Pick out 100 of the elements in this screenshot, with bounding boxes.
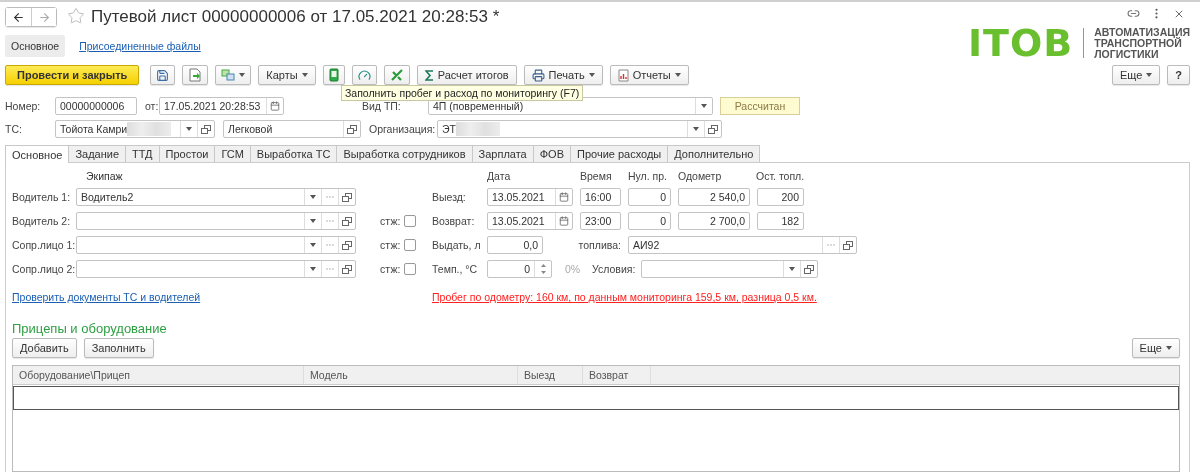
zero-run-field[interactable]: 0: [628, 212, 671, 230]
vehicle-field[interactable]: Тойота Камри: [55, 120, 215, 138]
field-label: Темп., °C: [432, 263, 479, 275]
temperature-field[interactable]: 0: [487, 260, 552, 278]
caret-icon: [701, 104, 707, 108]
field-label: Номер:: [5, 100, 42, 112]
table-action-button[interactable]: Добавить: [12, 338, 77, 358]
spinner-icon: [540, 263, 546, 275]
person-field[interactable]: Водитель2: [76, 188, 356, 206]
forward-icon: [37, 10, 51, 24]
calendar-icon: [559, 216, 569, 226]
toolbar-button[interactable]: [150, 65, 176, 85]
form-tab[interactable]: Основное: [5, 145, 70, 163]
help-button[interactable]: ?: [1167, 65, 1190, 85]
caret-icon: [186, 127, 192, 131]
open-window-icon: [347, 124, 357, 134]
report-icon: [617, 68, 629, 82]
time-field[interactable]: 16:00: [580, 188, 621, 206]
calendar-icon: [270, 101, 280, 111]
section-tab[interactable]: Присоединенные файлы: [73, 35, 207, 57]
field-label: стж:: [380, 263, 402, 275]
person-field[interactable]: [76, 236, 356, 254]
caret-icon: [1166, 346, 1172, 350]
conditions-field[interactable]: [641, 260, 818, 278]
field-label: Водитель 2:: [12, 215, 72, 227]
link-icon[interactable]: [1127, 7, 1140, 20]
more-button[interactable]: Еще: [1131, 338, 1180, 358]
form-tab[interactable]: ГСМ: [214, 145, 251, 162]
column-header[interactable]: Возврат: [583, 366, 651, 384]
column-header: Дата: [487, 170, 512, 182]
number-field[interactable]: 00000000006: [55, 97, 137, 115]
date-field[interactable]: 17.05.2021 20:28:53: [159, 97, 284, 115]
logo-tagline: ЛОГИСТИКИ: [1094, 48, 1160, 60]
form-tab[interactable]: Задание: [68, 145, 127, 162]
fuel-type-field[interactable]: АИ92: [628, 236, 857, 254]
column-header[interactable]: Модель: [304, 366, 518, 384]
field-label: топлива:: [577, 239, 621, 251]
field-label: Выезд:: [432, 191, 467, 203]
column-header[interactable]: Оборудование\Прицеп: [13, 366, 304, 384]
issue-field[interactable]: 0,0: [487, 236, 543, 254]
organization-field[interactable]: ЭТ: [437, 120, 722, 138]
odometer-field[interactable]: 2 700,0: [678, 212, 750, 230]
fuel-left-field[interactable]: 182: [757, 212, 804, 230]
open-window-icon: [342, 216, 352, 226]
form-tab[interactable]: Выработка ТС: [249, 145, 338, 162]
table-row[interactable]: [13, 386, 1179, 410]
column-header: Одометр: [678, 170, 723, 182]
mileage-warning-link[interactable]: Пробег по одометру: 160 км, по данным мониторинга 159,5 км, разница 0,5 км.: [432, 291, 817, 303]
open-window-icon: [201, 124, 211, 134]
toolbar-button[interactable]: [215, 65, 252, 85]
logo-mark: ITOB: [967, 26, 1074, 60]
toolbar-button[interactable]: Отчеты: [609, 65, 689, 85]
date-field[interactable]: 13.05.2021: [487, 212, 573, 230]
form-tab[interactable]: Дополнительно: [667, 145, 761, 162]
toolbar-button[interactable]: Карты: [258, 65, 316, 85]
toolbar-button[interactable]: [383, 65, 410, 85]
toolbar-button[interactable]: [182, 65, 209, 85]
seniority-checkbox[interactable]: [404, 263, 416, 275]
percent-text: 0%: [565, 263, 582, 275]
toolbar-button[interactable]: [322, 65, 345, 85]
form-tab[interactable]: Выработка сотрудников: [336, 145, 473, 162]
caret-icon: [310, 243, 316, 247]
post-and-close-button[interactable]: Провести и закрыть: [5, 65, 140, 85]
fuel-left-field[interactable]: 200: [757, 188, 804, 206]
odometer-field[interactable]: 2 540,0: [678, 188, 750, 206]
tooltip: Заполнить пробег и расход по мониторингу (F7): [341, 85, 584, 101]
back-button[interactable]: [6, 8, 31, 26]
toolbar-button[interactable]: Расчет итогов: [416, 65, 517, 85]
open-window-icon: [342, 264, 352, 274]
vehicle-kind-field[interactable]: Легковой: [223, 120, 361, 138]
field-label: Сопр.лицо 1:: [12, 239, 76, 251]
seniority-checkbox[interactable]: [404, 215, 416, 227]
date-field[interactable]: 13.05.2021: [487, 188, 573, 206]
form-tab[interactable]: ТТД: [125, 145, 160, 162]
section-tab[interactable]: Основное: [5, 35, 66, 57]
window-title: Путевой лист 00000000006 от 17.05.2021 20:28:53 *: [91, 7, 500, 27]
gauge-icon: [357, 68, 371, 82]
caret-icon: [310, 219, 316, 223]
table-action-button[interactable]: Заполнить: [83, 338, 154, 358]
column-header[interactable]: Выезд: [518, 366, 583, 384]
sigma-icon: [424, 69, 434, 81]
form-tab[interactable]: Простои: [158, 145, 216, 162]
more-button[interactable]: Еще: [1111, 65, 1161, 85]
star-icon[interactable]: [67, 7, 85, 25]
time-field[interactable]: 23:00: [580, 212, 621, 230]
form-tab[interactable]: Прочие расходы: [570, 145, 669, 162]
person-field[interactable]: [76, 260, 356, 278]
check-documents-link[interactable]: Проверить документы ТС и водителей: [12, 291, 201, 303]
field-label: стж:: [380, 215, 402, 227]
toolbar-button[interactable]: Печать: [523, 65, 603, 85]
caret-icon: [310, 267, 316, 271]
toolbar-button[interactable]: [351, 65, 377, 85]
zero-run-field[interactable]: 0: [628, 188, 671, 206]
seniority-checkbox[interactable]: [404, 239, 416, 251]
open-window-icon: [804, 264, 814, 274]
field-label: от:: [145, 100, 159, 112]
form-tab[interactable]: Зарплата: [471, 145, 534, 162]
printer-icon: [531, 68, 545, 82]
field-label: Организация:: [369, 123, 437, 135]
person-field[interactable]: [76, 212, 356, 230]
